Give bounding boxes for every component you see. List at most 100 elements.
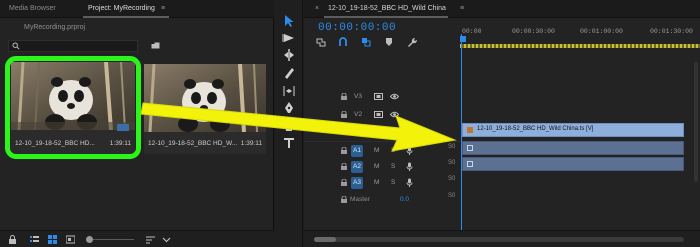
linked-selection-icon[interactable] bbox=[361, 37, 371, 47]
search-icon bbox=[12, 42, 20, 50]
mute-button[interactable]: M bbox=[374, 147, 379, 154]
nest-toggle-icon[interactable] bbox=[316, 37, 326, 47]
track-header-v3: V3 bbox=[304, 90, 460, 104]
video-clip[interactable]: 12-10_19-18-52_BBC HD_Wild China.ts [V] bbox=[462, 123, 684, 137]
freeform-view-icon[interactable] bbox=[66, 235, 75, 244]
microphone-icon[interactable] bbox=[406, 162, 413, 171]
lock-icon[interactable] bbox=[341, 111, 347, 118]
thumbnail-duration: 1:39:11 bbox=[240, 140, 262, 147]
ruler-label: 00:00 bbox=[462, 28, 482, 35]
master-volume-value[interactable]: 0.0 bbox=[400, 196, 409, 203]
mute-button[interactable]: M bbox=[374, 179, 379, 186]
vertical-scrollbar[interactable] bbox=[694, 62, 698, 182]
toggle-sync-lock-icon[interactable] bbox=[374, 127, 383, 134]
project-tab-bar: Media Browser Project: MyRecording ≡ bbox=[0, 0, 274, 18]
time-ruler[interactable]: 00:00 00:00:30:00 00:01:00:00 00:01:30:0… bbox=[460, 22, 700, 50]
track-header-a2: A2 M S bbox=[304, 160, 460, 174]
video-audio-divider bbox=[304, 141, 460, 142]
track-header-a1: A1 M S bbox=[304, 144, 460, 158]
work-area-bar[interactable] bbox=[460, 44, 700, 48]
active-tab-indicator bbox=[324, 16, 448, 18]
slip-tool-icon[interactable] bbox=[282, 84, 296, 98]
list-view-icon[interactable] bbox=[30, 235, 39, 244]
panel-menu-icon[interactable]: ≡ bbox=[161, 5, 165, 12]
hand-tool-icon[interactable] bbox=[282, 118, 296, 132]
search-input[interactable] bbox=[23, 41, 133, 51]
audio-clip[interactable] bbox=[462, 141, 684, 155]
close-icon[interactable]: × bbox=[315, 5, 319, 12]
track-meter-label: S0 bbox=[448, 144, 456, 150]
fx-badge-icon bbox=[467, 127, 473, 133]
microphone-icon[interactable] bbox=[406, 178, 413, 187]
playhead-line[interactable] bbox=[461, 34, 462, 238]
razor-tool-icon[interactable] bbox=[282, 66, 296, 80]
panel-menu-icon[interactable]: ≡ bbox=[460, 5, 464, 12]
timeline-footer bbox=[304, 230, 700, 247]
lock-icon[interactable] bbox=[341, 163, 347, 170]
new-bin-icon[interactable] bbox=[151, 42, 160, 49]
track-header-v1: V1 bbox=[304, 124, 460, 138]
selection-highlight-annotation bbox=[5, 56, 141, 159]
ruler-label: 00:01:30:00 bbox=[650, 28, 693, 35]
sort-icon[interactable] bbox=[146, 235, 155, 244]
track-name: V1 bbox=[354, 127, 362, 134]
zoom-slider-handle[interactable] bbox=[86, 236, 93, 243]
solo-button[interactable]: S bbox=[391, 179, 395, 186]
horizontal-scrollbar[interactable] bbox=[314, 237, 684, 242]
add-marker-icon[interactable] bbox=[384, 37, 394, 47]
pen-tool-icon[interactable] bbox=[282, 101, 296, 115]
project-search-box[interactable] bbox=[8, 40, 138, 52]
chevron-down-icon[interactable] bbox=[162, 235, 171, 244]
track-name: V2 bbox=[354, 111, 362, 118]
audio-clip[interactable] bbox=[462, 157, 684, 171]
sequence-tab-bar: × 12-10_19-18-52_BBC HD_Wild China ≡ bbox=[304, 0, 700, 18]
project-footer bbox=[0, 230, 274, 247]
ripple-edit-tool-icon[interactable] bbox=[282, 48, 296, 62]
wrench-icon[interactable] bbox=[407, 37, 417, 47]
lock-icon[interactable] bbox=[341, 179, 347, 186]
selection-tool-icon[interactable] bbox=[282, 14, 296, 28]
track-target-a1[interactable]: A1 bbox=[351, 145, 363, 157]
track-name: V3 bbox=[354, 93, 362, 100]
media-thumbnail[interactable]: 12-10_19-18-52_BBC HD_W... 1:39:11 bbox=[144, 64, 266, 154]
zoom-slider-track[interactable] bbox=[92, 239, 134, 240]
tab-media-browser[interactable]: Media Browser bbox=[9, 5, 56, 12]
track-target-a3[interactable]: A3 bbox=[351, 177, 363, 189]
playhead-timecode[interactable]: 00:00:00:00 bbox=[318, 22, 396, 34]
lock-icon[interactable] bbox=[341, 147, 347, 154]
track-meter-label: S0 bbox=[448, 193, 456, 199]
project-file-name: MyRecording.prproj bbox=[24, 24, 86, 31]
timeline-panel: × 12-10_19-18-52_BBC HD_Wild China ≡ 00:… bbox=[304, 0, 700, 247]
track-header-v2: V2 bbox=[304, 108, 460, 122]
tab-project[interactable]: Project: MyRecording bbox=[88, 5, 155, 12]
eye-icon[interactable] bbox=[390, 93, 399, 100]
snap-icon[interactable] bbox=[338, 37, 348, 47]
toggle-sync-lock-icon[interactable] bbox=[374, 111, 383, 118]
microphone-icon[interactable] bbox=[406, 146, 413, 155]
ruler-label: 00:00:30:00 bbox=[512, 28, 555, 35]
fx-badge-icon bbox=[467, 145, 473, 151]
clip-label: 12-10_19-18-52_BBC HD_Wild China.ts [V] bbox=[477, 126, 594, 132]
solo-button[interactable]: S bbox=[391, 163, 395, 170]
scrollbar-thumb[interactable] bbox=[314, 237, 336, 242]
track-select-tool-icon[interactable] bbox=[282, 31, 296, 45]
fx-badge-icon bbox=[467, 161, 473, 167]
lock-icon[interactable] bbox=[341, 93, 347, 100]
tab-sequence[interactable]: 12-10_19-18-52_BBC HD_Wild China bbox=[328, 5, 446, 12]
icon-view-icon[interactable] bbox=[48, 235, 57, 244]
lock-icon[interactable] bbox=[8, 235, 17, 244]
track-content-area[interactable]: 12-10_19-18-52_BBC HD_Wild China.ts [V] bbox=[460, 88, 700, 203]
track-header-master: Master 0.0 bbox=[304, 193, 460, 207]
master-track-label: Master bbox=[350, 196, 370, 203]
lock-icon[interactable] bbox=[341, 127, 347, 134]
track-header-a3: A3 M S bbox=[304, 176, 460, 190]
track-meter-label: S0 bbox=[448, 176, 456, 182]
mute-button[interactable]: M bbox=[374, 163, 379, 170]
toggle-sync-lock-icon[interactable] bbox=[374, 93, 383, 100]
type-tool-icon[interactable] bbox=[282, 136, 296, 150]
eye-icon[interactable] bbox=[390, 127, 399, 134]
track-target-a2[interactable]: A2 bbox=[351, 161, 363, 173]
solo-button[interactable]: S bbox=[391, 147, 395, 154]
lock-icon[interactable] bbox=[341, 196, 347, 203]
eye-icon[interactable] bbox=[390, 111, 399, 118]
